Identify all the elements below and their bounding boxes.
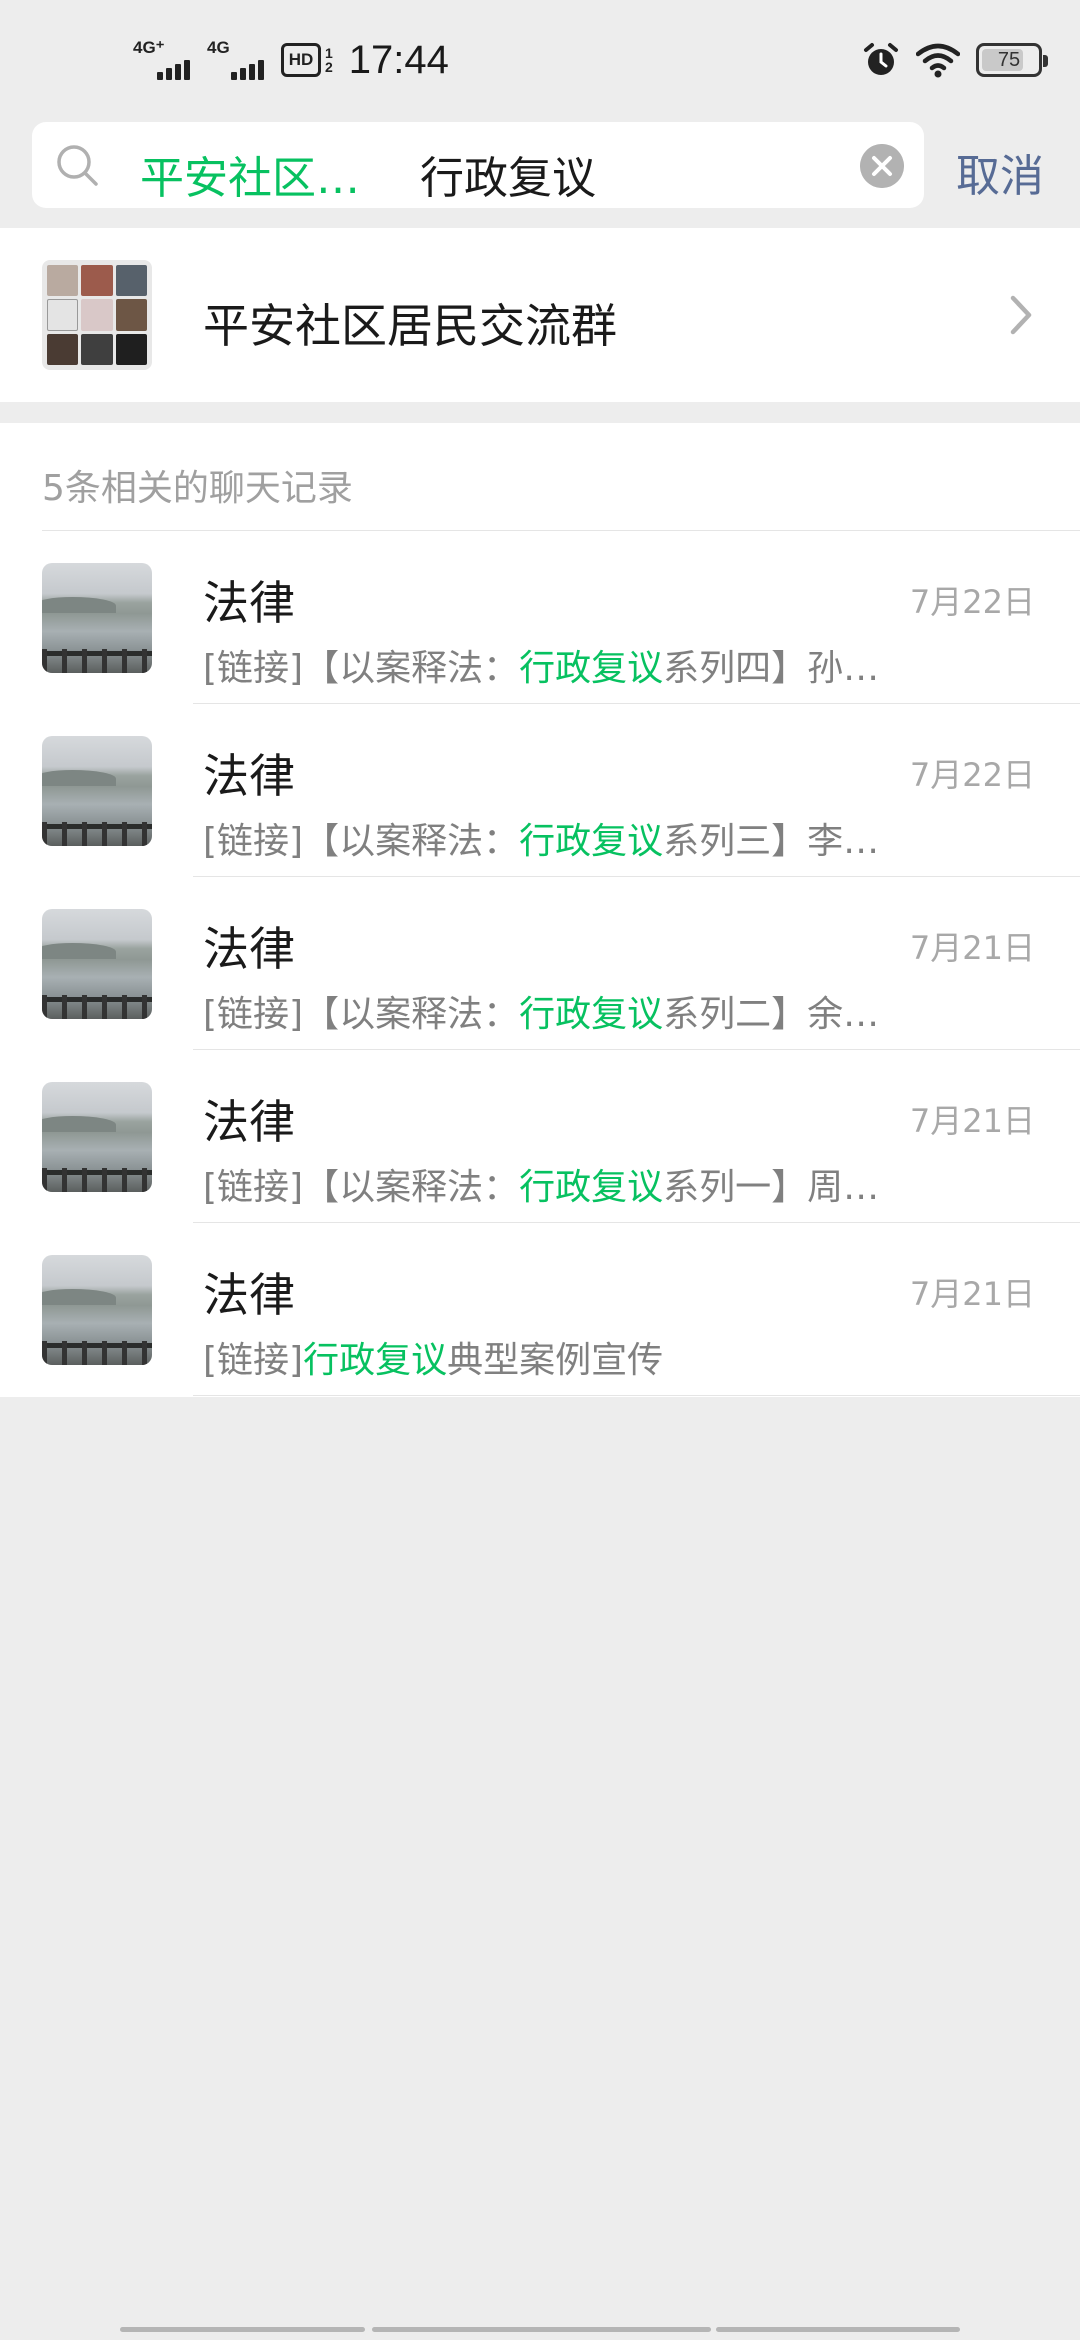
record-sender: 法律 [203, 576, 295, 630]
snippet-prefix: [链接]【以案释法： [203, 994, 520, 1035]
snippet-highlight: 行政复议 [519, 821, 664, 862]
hd-label: HD [288, 50, 314, 69]
avatar [42, 736, 152, 846]
records-header: 5条相关的聊天记录 [42, 468, 353, 509]
record-date: 7月21日 [909, 1275, 1035, 1313]
chat-records-section: 5条相关的聊天记录 法律 7月22日 [链接]【以案释法：行政复议系列四】孙… … [0, 423, 1080, 1397]
record-sender: 法律 [203, 1095, 295, 1149]
record-sender: 法律 [203, 922, 295, 976]
snippet-prefix: [链接]【以案释法： [203, 1167, 520, 1208]
snippet-suffix: 系列四】孙… [663, 648, 880, 689]
nav-gesture-bar [372, 2327, 711, 2332]
record-date: 7月21日 [909, 1102, 1035, 1140]
clear-icon[interactable] [860, 144, 904, 188]
hd-sim-indicator: 1 2 [325, 45, 333, 75]
group-avatar [42, 260, 152, 370]
chevron-right-icon [1010, 295, 1032, 335]
snippet-prefix: [链接]【以案释法： [203, 648, 520, 689]
record-snippet: [链接]【以案释法：行政复议系列四】孙… [203, 639, 879, 691]
avatar [42, 1255, 152, 1365]
snippet-suffix: 系列一】周… [663, 1167, 880, 1208]
record-sender: 法律 [203, 1268, 295, 1322]
snippet-highlight: 行政复议 [519, 648, 664, 689]
chat-record-item[interactable]: 法律 7月21日 [链接]行政复议典型案例宣传 [0, 1223, 1080, 1396]
search-input[interactable]: 平安社区… 行政复议 [32, 122, 924, 208]
status-bar: 4G⁺ 4G HD 1 2 17:44 75 [0, 0, 1080, 118]
chat-record-item[interactable]: 法律 7月22日 [链接]【以案释法：行政复议系列四】孙… [0, 531, 1080, 704]
search-row: 平安社区… 行政复议 取消 [0, 118, 1080, 228]
battery-icon: 75 [976, 43, 1048, 77]
network-type-2: 4G [207, 38, 230, 57]
chat-record-item[interactable]: 法律 7月21日 [链接]【以案释法：行政复议系列一】周… [0, 1050, 1080, 1223]
divider [193, 1395, 1080, 1396]
avatar [42, 563, 152, 673]
chat-record-item[interactable]: 法律 7月22日 [链接]【以案释法：行政复议系列三】李… [0, 704, 1080, 877]
status-time: 17:44 [348, 37, 449, 82]
snippet-suffix: 系列二】余… [663, 994, 880, 1035]
battery-level: 75 [997, 48, 1021, 71]
chat-record-item[interactable]: 法律 7月21日 [链接]【以案释法：行政复议系列二】余… [0, 877, 1080, 1050]
snippet-highlight: 行政复议 [519, 1167, 664, 1208]
search-scope-tag[interactable]: 平安社区… [140, 142, 360, 206]
nav-gesture-bar [716, 2327, 960, 2332]
signal-2-icon: 4G [207, 38, 271, 82]
snippet-prefix: [链接] [203, 1340, 304, 1381]
hd-voice-icon: HD [281, 43, 321, 77]
cancel-button[interactable]: 取消 [956, 140, 1044, 204]
group-result[interactable]: 平安社区居民交流群 [0, 228, 1080, 402]
search-icon [57, 145, 98, 186]
snippet-highlight: 行政复议 [303, 1340, 448, 1381]
snippet-highlight: 行政复议 [519, 994, 664, 1035]
record-snippet: [链接]【以案释法：行政复议系列二】余… [203, 985, 879, 1037]
group-name: 平安社区居民交流群 [203, 299, 617, 353]
signal-1-icon: 4G⁺ [133, 38, 197, 82]
status-right: 75 [862, 36, 1048, 84]
snippet-prefix: [链接]【以案释法： [203, 821, 520, 862]
snippet-suffix: 典型案例宣传 [447, 1340, 664, 1381]
record-snippet: [链接]行政复议典型案例宣传 [203, 1331, 663, 1383]
wifi-icon [916, 43, 960, 78]
search-query-text[interactable]: 行政复议 [420, 142, 596, 206]
avatar [42, 909, 152, 1019]
record-sender: 法律 [203, 749, 295, 803]
alarm-icon [864, 43, 898, 75]
network-type-1: 4G⁺ [133, 38, 165, 57]
snippet-suffix: 系列三】李… [663, 821, 880, 862]
record-date: 7月22日 [909, 756, 1035, 794]
status-left: 4G⁺ 4G HD 1 2 17:44 [133, 30, 449, 90]
record-snippet: [链接]【以案释法：行政复议系列一】周… [203, 1158, 879, 1210]
record-date: 7月21日 [909, 929, 1035, 967]
record-snippet: [链接]【以案释法：行政复议系列三】李… [203, 812, 879, 864]
avatar [42, 1082, 152, 1192]
nav-gesture-bar [120, 2327, 365, 2332]
record-date: 7月22日 [909, 583, 1035, 621]
